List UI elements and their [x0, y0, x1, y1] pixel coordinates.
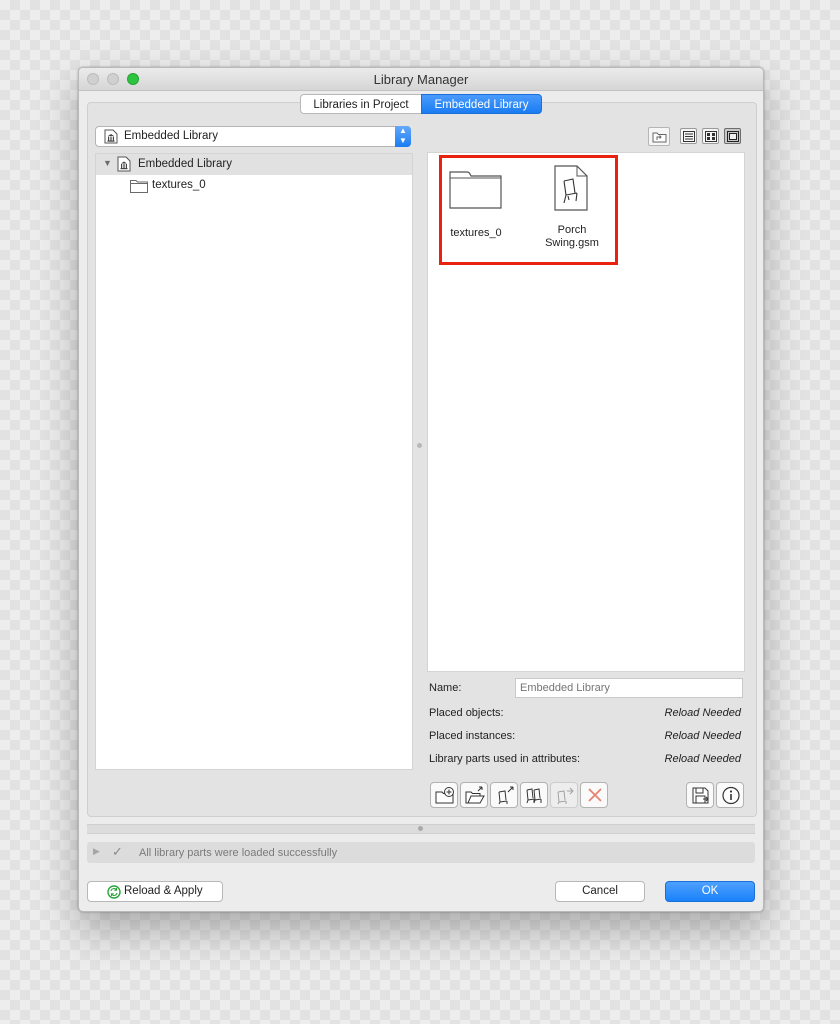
library-select-value: Embedded Library: [124, 130, 218, 142]
reload-apply-button[interactable]: Reload & Apply: [87, 881, 223, 902]
save-icon: [692, 787, 709, 804]
name-field[interactable]: [515, 678, 743, 698]
reload-icon: [107, 885, 121, 899]
duplicate-object-icon: [526, 788, 542, 804]
ok-label: OK: [701, 885, 719, 897]
placed-instances-value: Reload Needed: [664, 730, 741, 742]
delete-icon: [588, 788, 602, 802]
parent-folder-button[interactable]: [648, 127, 670, 146]
checkmark-icon: ✓: [112, 844, 123, 859]
tree-item-label: Embedded Library: [138, 158, 232, 170]
move-object-icon: [557, 787, 574, 805]
window-title: Library Manager: [373, 72, 469, 87]
tab-embedded-library[interactable]: Embedded Library: [421, 94, 542, 114]
info-icon: [722, 786, 740, 805]
parent-folder-icon: [652, 132, 667, 143]
name-label: Name:: [429, 682, 462, 694]
attr-parts-value: Reload Needed: [664, 753, 741, 765]
library-tree: ▼ Embedded Library textures_0: [95, 153, 413, 770]
tab-label: Libraries in Project: [313, 99, 409, 111]
reload-apply-label: Reload & Apply: [124, 885, 203, 897]
info-button[interactable]: [716, 782, 744, 808]
pane-splitter-handle[interactable]: [417, 443, 422, 448]
import-object-button[interactable]: [490, 782, 518, 808]
tab-libraries-in-project[interactable]: Libraries in Project: [300, 94, 421, 114]
tree-item-textures[interactable]: textures_0: [96, 175, 412, 196]
attr-parts-label: Library parts used in attributes:: [429, 753, 581, 765]
duplicate-object-button[interactable]: [520, 782, 548, 808]
selection-highlight: [439, 155, 618, 265]
grid-view-icon: [705, 131, 717, 142]
grid-view-button[interactable]: [702, 128, 719, 144]
tab-label: Embedded Library: [434, 99, 529, 111]
title-bar: Library Manager: [79, 68, 763, 91]
save-button[interactable]: [686, 782, 714, 808]
disclosure-triangle-icon[interactable]: ▼: [103, 158, 112, 168]
open-folder-button[interactable]: [460, 782, 488, 808]
large-icon-view-icon: [727, 131, 739, 142]
open-folder-icon: [465, 786, 485, 804]
move-object-button[interactable]: [550, 782, 578, 808]
splitter-handle-dot: [418, 826, 423, 831]
library-select[interactable]: Embedded Library ▲ ▼: [95, 126, 411, 147]
tree-item-embedded-library[interactable]: ▼ Embedded Library: [96, 154, 412, 175]
folder-icon: [130, 180, 148, 193]
expand-status-triangle-icon[interactable]: ▶: [93, 846, 100, 857]
placed-instances-label: Placed instances:: [429, 730, 516, 742]
delete-button[interactable]: [580, 782, 608, 808]
list-view-button[interactable]: [680, 128, 697, 144]
status-message: All library parts were loaded successful…: [139, 847, 338, 859]
select-arrows-icon: ▲ ▼: [395, 126, 411, 147]
status-bar: ▶ ✓ All library parts were loaded succes…: [87, 842, 755, 863]
cancel-label: Cancel: [582, 885, 618, 897]
new-folder-button[interactable]: [430, 782, 458, 808]
cancel-button[interactable]: Cancel: [555, 881, 645, 902]
horizontal-splitter[interactable]: [87, 824, 755, 834]
library-icon: [104, 129, 118, 144]
ok-button[interactable]: OK: [665, 881, 755, 902]
library-content-view: textures_0 Porch Swing.gsm: [427, 152, 745, 672]
placed-objects-label: Placed objects:: [429, 707, 504, 719]
placed-objects-value: Reload Needed: [664, 707, 741, 719]
import-object-icon: [498, 786, 514, 805]
tree-item-label: textures_0: [152, 179, 206, 191]
new-folder-icon: [435, 787, 454, 804]
list-view-icon: [683, 131, 695, 142]
library-icon: [117, 156, 131, 172]
large-icon-view-button[interactable]: [724, 128, 741, 144]
library-manager-window: Library Manager Libraries in Project Emb…: [78, 67, 764, 912]
